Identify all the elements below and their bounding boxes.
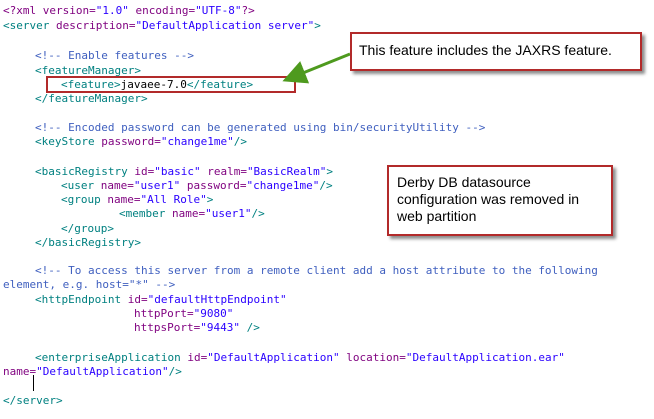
- tag-name: </server>: [3, 394, 63, 407]
- attr-value: "defaultHttpEndpoint": [147, 293, 287, 306]
- feature-note-callout: This feature includes the JAXRS feature.: [350, 32, 642, 71]
- attr-name: location=: [339, 351, 406, 364]
- tag-name: <member: [119, 207, 166, 220]
- tag-close: >: [314, 19, 321, 32]
- tag-close: />: [168, 365, 182, 378]
- tag-close: />: [251, 207, 265, 220]
- attr-value: "9080": [193, 307, 234, 320]
- keystore-line: <keyStore password="change1me"/>: [35, 134, 247, 149]
- attr-name: name=: [165, 207, 206, 220]
- attr-name: encoding=: [128, 4, 196, 17]
- http-port-line: httpPort="9080": [134, 306, 233, 321]
- comment-line: <!-- Encoded password can be generated u…: [35, 120, 485, 135]
- attr-name: version=: [42, 4, 96, 17]
- comment: <!-- To access this server from a remote…: [35, 264, 598, 277]
- basic-registry-open-line: <basicRegistry id="basic" realm="BasicRe…: [35, 164, 333, 179]
- attr-name: id=: [180, 351, 208, 364]
- tag-name: <httpEndpoint: [35, 293, 122, 306]
- member-line: <member name="user1"/>: [119, 206, 265, 221]
- attr-name: password=: [94, 135, 161, 148]
- tag-name: <server: [3, 19, 50, 32]
- tag-name: </group>: [61, 222, 114, 235]
- tag-close: />: [233, 135, 247, 148]
- server-close-line: </server>: [3, 393, 63, 408]
- tag-name: <keyStore: [35, 135, 95, 148]
- group-open-line: <group name="All Role">: [61, 192, 213, 207]
- callout-text: This feature includes the JAXRS feature.: [359, 42, 612, 58]
- feature-highlight-box: [46, 76, 296, 93]
- attr-value: "basic": [154, 165, 201, 178]
- attr-value: "DefaultApplication server": [135, 19, 315, 32]
- attr-name: httpsPort=: [134, 321, 201, 334]
- attr-value: "change1me": [246, 179, 320, 192]
- derby-note-callout: Derby DB datasource configuration was re…: [387, 165, 613, 236]
- feature-manager-close-line: </featureManager>: [35, 91, 148, 106]
- tag-name: </basicRegistry>: [35, 236, 141, 249]
- attr-name: name=: [94, 179, 134, 192]
- attr-value: "BasicRealm": [246, 165, 327, 178]
- comment-line: <!-- Enable features -->: [35, 48, 194, 63]
- tag-close: />: [239, 321, 260, 334]
- user-line: <user name="user1" password="change1me"/…: [61, 178, 333, 193]
- tag-name: <enterpriseApplication: [35, 351, 181, 364]
- attr-value: "1.0": [95, 4, 129, 17]
- attr-name: id=: [121, 293, 148, 306]
- attr-name: realm=: [200, 165, 247, 178]
- comment: <!-- Enable features -->: [35, 49, 194, 62]
- tag-name: <group: [61, 193, 101, 206]
- server-open-line: <server description="DefaultApplication …: [3, 18, 321, 33]
- attr-name: httpPort=: [134, 307, 194, 320]
- comment-line: <!-- To access this server from a remote…: [35, 263, 598, 278]
- tag-name: </featureManager>: [35, 92, 148, 105]
- basic-registry-close-line: </basicRegistry>: [35, 235, 141, 250]
- attr-name: name=: [100, 193, 141, 206]
- attr-name: name=: [3, 365, 37, 378]
- attr-value: "DefaultApplication": [36, 365, 169, 378]
- callout-text: web partition: [397, 208, 477, 224]
- attr-value: "All Role": [140, 193, 207, 206]
- comment-line: element, e.g. host="*" -->: [3, 277, 175, 292]
- attr-name: id=: [127, 165, 155, 178]
- xml-decl-close: ?>: [241, 4, 255, 17]
- attr-name: description=: [49, 19, 136, 32]
- attr-value: "DefaultApplication.ear": [405, 351, 565, 364]
- enterprise-app-line: <enterpriseApplication id="DefaultApplic…: [35, 350, 565, 365]
- attr-value: "user1": [205, 207, 252, 220]
- comment: element, e.g. host="*" -->: [3, 278, 176, 291]
- attr-value: "UTF-8": [195, 4, 242, 17]
- attr-value: "change1me": [160, 135, 234, 148]
- tag-close: />: [319, 179, 333, 192]
- tag-close: >: [326, 165, 334, 178]
- tag-name: <user: [61, 179, 95, 192]
- tag-close: >: [206, 193, 214, 206]
- text-cursor: [33, 375, 34, 391]
- xml-decl-open: <?xml: [3, 4, 43, 17]
- comment: <!-- Encoded password can be generated u…: [35, 121, 486, 134]
- group-close-line: </group>: [61, 221, 114, 236]
- http-endpoint-line: <httpEndpoint id="defaultHttpEndpoint": [35, 292, 287, 307]
- enterprise-app-name-line: name="DefaultApplication"/>: [3, 364, 182, 379]
- tag-name: <basicRegistry: [35, 165, 128, 178]
- attr-name: password=: [180, 179, 247, 192]
- xml-declaration-line: <?xml version="1.0" encoding="UTF-8"?>: [3, 3, 255, 18]
- attr-value: "user1": [133, 179, 181, 192]
- callout-text: Derby DB datasource: [397, 174, 531, 190]
- callout-text: configuration was removed in: [397, 191, 580, 207]
- attr-value: "DefaultApplication": [207, 351, 340, 364]
- https-port-line: httpsPort="9443" />: [134, 320, 260, 335]
- attr-value: "9443": [200, 321, 240, 334]
